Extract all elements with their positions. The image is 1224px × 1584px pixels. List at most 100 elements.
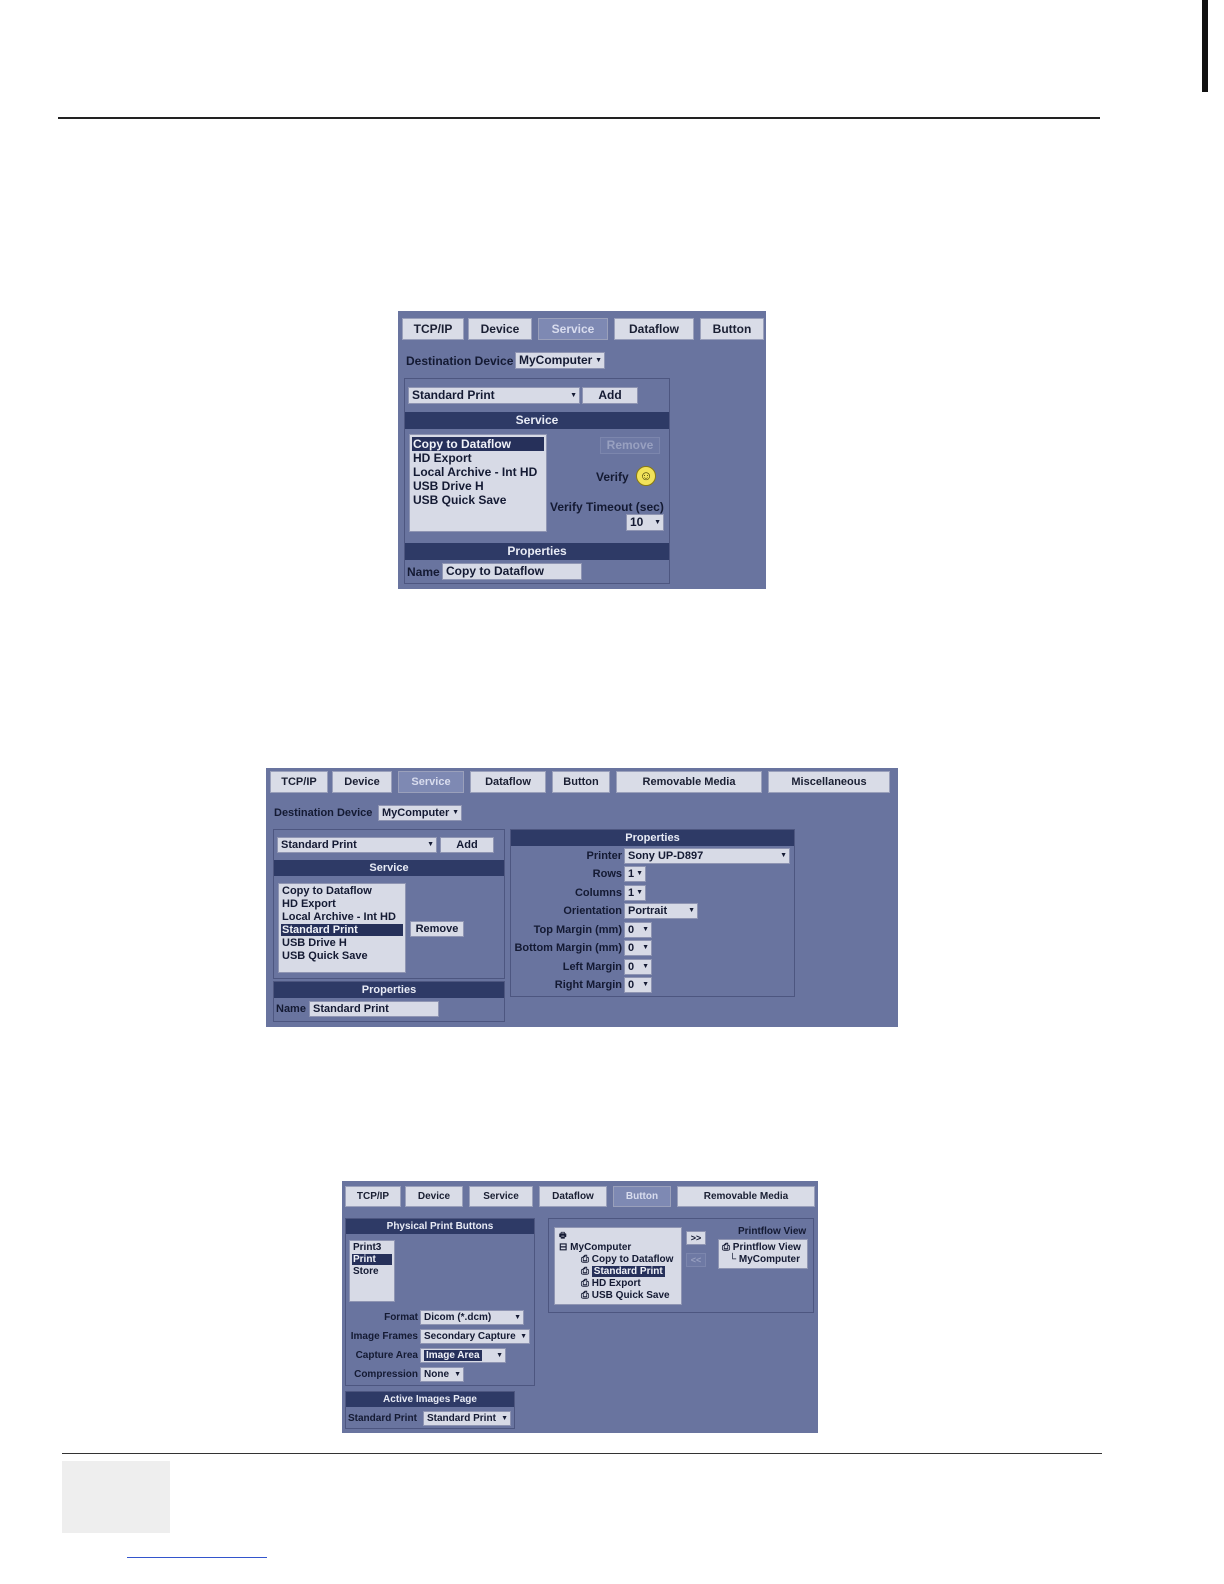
- orientation-select[interactable]: Portrait ▼: [624, 903, 698, 919]
- active-images-label: Standard Print: [348, 1413, 417, 1424]
- list-item[interactable]: HD Export: [281, 898, 403, 910]
- printflow-item[interactable]: └ MyComputer: [729, 1254, 800, 1265]
- add-button[interactable]: Add: [582, 387, 638, 404]
- list-item[interactable]: Local Archive - Int HD: [281, 911, 403, 923]
- screenshot-button-tab: TCP/IP Device Service Dataflow Button Re…: [342, 1181, 818, 1433]
- tab-service[interactable]: Service: [538, 318, 608, 340]
- capture-area-label: Capture Area: [355, 1350, 418, 1361]
- list-item[interactable]: Standard Print: [281, 924, 403, 936]
- chevron-down-icon: ▼: [570, 392, 577, 399]
- list-item[interactable]: Copy to Dataflow: [412, 437, 544, 451]
- tab-dataflow[interactable]: Dataflow: [539, 1186, 607, 1207]
- columns-value: 1: [628, 887, 635, 899]
- tree-root[interactable]: ⊟ MyComputer: [559, 1242, 631, 1253]
- tree-item[interactable]: ⎙ USB Quick Save: [581, 1290, 670, 1301]
- verify-timeout-label: Verify Timeout (sec): [550, 500, 664, 514]
- tab-dataflow[interactable]: Dataflow: [470, 771, 546, 793]
- service-type-select[interactable]: Standard Print ▼: [277, 837, 437, 853]
- tree-item[interactable]: ⎙ Standard Print: [581, 1266, 665, 1277]
- destination-device-select[interactable]: MyComputer ▼: [515, 352, 605, 369]
- tab-device[interactable]: Device: [405, 1186, 463, 1207]
- list-item[interactable]: USB Drive H: [281, 937, 403, 949]
- left-margin-select[interactable]: 0 ▼: [624, 959, 652, 975]
- verify-timeout-select[interactable]: 10 ▼: [626, 514, 664, 531]
- columns-label: Columns: [574, 887, 622, 899]
- list-item[interactable]: Print: [352, 1254, 392, 1265]
- list-item[interactable]: USB Quick Save: [412, 493, 544, 507]
- capture-area-select[interactable]: Image Area ▼: [420, 1348, 506, 1363]
- tab-tcpip[interactable]: TCP/IP: [345, 1186, 401, 1207]
- chevron-down-icon: ▼: [654, 519, 661, 526]
- printer-select[interactable]: Sony UP-D897 ▼: [624, 848, 790, 864]
- format-select[interactable]: Dicom (*.dcm) ▼: [420, 1310, 524, 1325]
- tab-device[interactable]: Device: [332, 771, 392, 793]
- chevron-down-icon: ▼: [780, 852, 787, 859]
- printer-value: Sony UP-D897: [628, 850, 704, 862]
- capture-area-value: Image Area: [424, 1350, 482, 1361]
- verify-label: Verify: [596, 470, 629, 484]
- name-field[interactable]: Copy to Dataflow: [442, 563, 582, 580]
- tab-button[interactable]: Button: [613, 1186, 671, 1207]
- tab-tcpip[interactable]: TCP/IP: [270, 771, 328, 793]
- remove-button[interactable]: Remove: [600, 437, 660, 454]
- footer-link-underline: [127, 1557, 267, 1558]
- active-images-select[interactable]: Standard Print ▼: [423, 1411, 511, 1426]
- list-item[interactable]: Copy to Dataflow: [281, 885, 403, 897]
- name-label: Name: [407, 565, 440, 579]
- list-item[interactable]: USB Quick Save: [281, 950, 403, 962]
- columns-select[interactable]: 1 ▼: [624, 885, 646, 901]
- rows-select[interactable]: 1 ▼: [624, 866, 646, 882]
- list-item[interactable]: HD Export: [412, 451, 544, 465]
- bottom-margin-select[interactable]: 0 ▼: [624, 940, 652, 956]
- rows-value: 1: [628, 868, 635, 880]
- move-right-button[interactable]: >>: [686, 1231, 706, 1245]
- name-label: Name: [276, 1003, 306, 1015]
- printflow-view-header: Printflow View: [738, 1226, 807, 1237]
- left-margin-value: 0: [628, 961, 635, 973]
- chevron-down-icon: ▼: [642, 981, 649, 988]
- tab-dataflow[interactable]: Dataflow: [614, 318, 694, 340]
- device-tree[interactable]: 🖶 ⊟ MyComputer ⎙ Copy to Dataflow ⎙ Stan…: [554, 1227, 682, 1305]
- tab-tcpip[interactable]: TCP/IP: [402, 318, 464, 340]
- service-type-select[interactable]: Standard Print ▼: [408, 387, 580, 404]
- move-left-button[interactable]: <<: [686, 1253, 706, 1267]
- tab-removable-media[interactable]: Removable Media: [677, 1186, 815, 1207]
- chevron-down-icon: ▼: [636, 870, 643, 877]
- tab-service[interactable]: Service: [398, 771, 464, 793]
- remove-button[interactable]: Remove: [410, 921, 464, 937]
- service-list[interactable]: Copy to Dataflow HD Export Local Archive…: [278, 883, 406, 973]
- image-frames-select[interactable]: Secondary Capture ▼: [420, 1329, 530, 1344]
- right-margin-select[interactable]: 0 ▼: [624, 977, 652, 993]
- name-field[interactable]: Standard Print: [309, 1001, 439, 1017]
- printflow-item-label: Printflow View: [732, 1242, 801, 1253]
- active-images-header: Active Images Page: [346, 1392, 514, 1407]
- destination-device-select[interactable]: MyComputer ▼: [378, 805, 462, 821]
- compression-select[interactable]: None ▼: [420, 1367, 464, 1382]
- tab-button[interactable]: Button: [700, 318, 764, 340]
- tree-item[interactable]: ⎙ Copy to Dataflow: [581, 1254, 673, 1265]
- image-frames-label: Image Frames: [350, 1331, 418, 1342]
- tab-removable-media[interactable]: Removable Media: [616, 771, 762, 793]
- orientation-label: Orientation: [563, 905, 622, 917]
- smiley-face-icon[interactable]: ☺: [636, 466, 656, 486]
- tree-root-label: MyComputer: [570, 1242, 632, 1253]
- list-item[interactable]: USB Drive H: [412, 479, 544, 493]
- tree-item[interactable]: ⎙ HD Export: [581, 1278, 641, 1289]
- printer-icon: ⎙: [581, 1266, 589, 1277]
- list-item[interactable]: Print3: [352, 1242, 392, 1253]
- printflow-item[interactable]: ⎙ Printflow View: [722, 1242, 801, 1253]
- list-item[interactable]: Local Archive - Int HD: [412, 465, 544, 479]
- tree-item-label: HD Export: [591, 1278, 641, 1289]
- tab-device[interactable]: Device: [468, 318, 532, 340]
- add-button[interactable]: Add: [440, 837, 494, 853]
- tab-miscellaneous[interactable]: Miscellaneous: [768, 771, 890, 793]
- service-list[interactable]: Copy to Dataflow HD Export Local Archive…: [409, 434, 547, 532]
- printer-icon: ⎙: [581, 1278, 589, 1289]
- tab-button[interactable]: Button: [552, 771, 610, 793]
- printer-properties-header: Properties: [511, 830, 794, 846]
- tab-service[interactable]: Service: [469, 1186, 533, 1207]
- top-margin-select[interactable]: 0 ▼: [624, 922, 652, 938]
- list-item[interactable]: Store: [352, 1266, 392, 1277]
- print-button-list[interactable]: Print3 Print Store: [349, 1240, 395, 1302]
- printflow-tree[interactable]: ⎙ Printflow View └ MyComputer: [718, 1239, 808, 1269]
